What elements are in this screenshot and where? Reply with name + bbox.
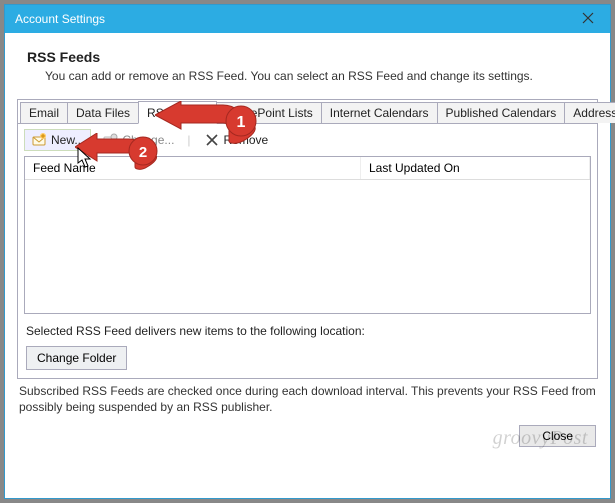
remove-icon [204, 132, 220, 148]
section-subtitle: You can add or remove an RSS Feed. You c… [27, 69, 588, 83]
close-button[interactable]: Close [519, 425, 596, 447]
account-settings-window: Account Settings RSS Feeds You can add o… [4, 4, 611, 499]
window-close-button[interactable] [565, 5, 610, 33]
footnote-text: Subscribed RSS Feeds are checked once du… [5, 379, 610, 415]
new-icon [31, 132, 47, 148]
close-label: Close [542, 429, 573, 443]
tab-strip: Email Data Files RSS Feeds SharePoint Li… [18, 100, 597, 124]
list-header: Feed Name Last Updated On [25, 157, 590, 180]
change-label: Change... [122, 133, 174, 147]
window-title: Account Settings [15, 12, 105, 26]
tab-data-files[interactable]: Data Files [67, 102, 139, 123]
change-icon [102, 132, 118, 148]
toolbar: New... Change... | Remove [18, 124, 597, 156]
dialog-footer: Close [5, 415, 610, 459]
tab-rss-feeds[interactable]: RSS Feeds [138, 101, 217, 124]
change-button[interactable]: Change... [95, 129, 181, 151]
toolbar-separator: | [185, 133, 192, 147]
close-icon [582, 11, 594, 27]
change-folder-label: Change Folder [37, 351, 116, 365]
delivery-location-text: Selected RSS Feed delivers new items to … [18, 314, 597, 346]
dialog-header: RSS Feeds You can add or remove an RSS F… [5, 33, 610, 93]
tab-internet-calendars[interactable]: Internet Calendars [321, 102, 438, 123]
tab-sharepoint-lists[interactable]: SharePoint Lists [216, 102, 321, 123]
col-feed-name[interactable]: Feed Name [25, 157, 361, 179]
tab-email[interactable]: Email [20, 102, 68, 123]
col-last-updated[interactable]: Last Updated On [361, 157, 590, 179]
tab-panel: Email Data Files RSS Feeds SharePoint Li… [17, 99, 598, 379]
section-title: RSS Feeds [27, 49, 588, 65]
remove-button[interactable]: Remove [197, 129, 276, 151]
feed-list[interactable]: Feed Name Last Updated On [24, 156, 591, 314]
new-label: New... [51, 133, 84, 147]
tab-address-books[interactable]: Address Books [564, 102, 615, 123]
change-folder-button[interactable]: Change Folder [26, 346, 127, 370]
remove-label: Remove [224, 133, 269, 147]
tab-published-calendars[interactable]: Published Calendars [437, 102, 566, 123]
new-button[interactable]: New... [24, 129, 91, 151]
titlebar: Account Settings [5, 5, 610, 33]
